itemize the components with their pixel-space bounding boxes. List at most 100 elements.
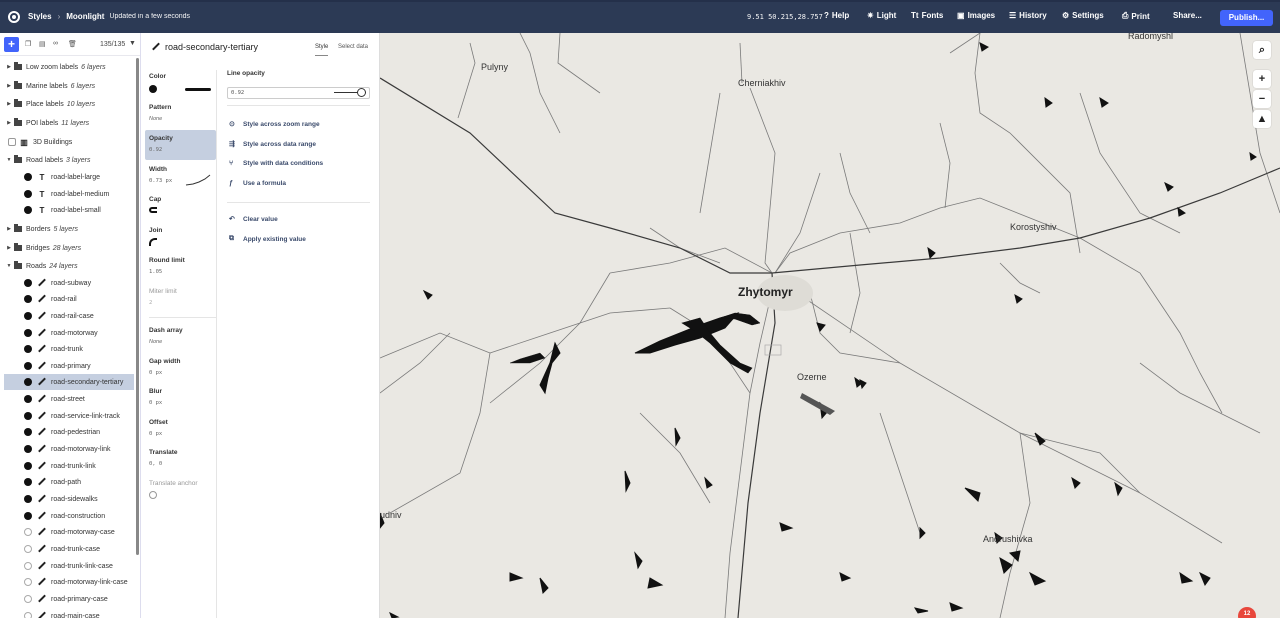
color-swatch	[24, 462, 32, 470]
line-type-icon	[38, 345, 46, 353]
layer-group-roads[interactable]: ▼ Roads 24 layers	[4, 258, 134, 274]
tab-select-data[interactable]: Select data	[338, 44, 368, 50]
prop-color[interactable]: Color	[145, 73, 216, 94]
layer-road-motorway-case[interactable]: road-motorway-case	[4, 524, 134, 540]
visibility-checkbox[interactable]	[8, 138, 16, 146]
layers-sidebar: + ❐ ▤ ∞ 🗑 135/135 ▼ ▶ Low zoom labels 6 la…	[0, 33, 141, 618]
opacity-slider-handle[interactable]	[357, 88, 366, 97]
layer-road-motorway-link-case[interactable]: road-motorway-link-case	[4, 574, 134, 590]
layer-road-path[interactable]: road-path	[4, 474, 134, 490]
mapbox-logo-icon[interactable]	[8, 10, 20, 23]
fonts-menu[interactable]: Tt Fonts	[911, 11, 943, 20]
layer-road-label-large[interactable]: Troad-label-large	[4, 169, 134, 185]
folder-icon	[14, 243, 22, 251]
map-canvas[interactable]: Radomyshl Pulyny Cherniakhiv Korostyshiv…	[380, 33, 1280, 618]
prop-pattern[interactable]: Pattern None	[145, 104, 216, 122]
prop-value: 0 px	[149, 370, 163, 376]
layer-road-rail-case[interactable]: road-rail-case	[4, 308, 134, 324]
prop-width[interactable]: Width 0.73 px	[145, 166, 216, 186]
layer-group-marine-labels[interactable]: ▶ Marine labels 6 layers	[4, 78, 134, 94]
trash-icon[interactable]: 🗑	[68, 40, 77, 48]
style-across-data-range-option[interactable]: ⇶ Style across data range	[229, 140, 316, 149]
apply-existing-value-button[interactable]: ⧉ Apply existing value	[229, 235, 306, 243]
layer-road-secondary-tertiary[interactable]: road-secondary-tertiary	[4, 374, 134, 390]
layer-road-trunk[interactable]: road-trunk	[4, 341, 134, 357]
notification-badge[interactable]: 12	[1238, 607, 1256, 618]
layer-group-bridges[interactable]: ▶ Bridges 28 layers	[4, 240, 134, 256]
share-menu[interactable]: Share...	[1173, 11, 1202, 20]
layer-label: road-secondary-tertiary	[51, 378, 124, 386]
prop-gap-width[interactable]: Gap width 0 px	[145, 358, 216, 376]
images-menu[interactable]: ▣ Images	[957, 11, 995, 20]
layer-road-trunk-link[interactable]: road-trunk-link	[4, 458, 134, 474]
layer-road-trunk-case[interactable]: road-trunk-case	[4, 541, 134, 557]
history-menu[interactable]: ☰ History	[1009, 11, 1047, 20]
map-position-readout[interactable]: 9.51 50.215,28.757	[747, 13, 823, 21]
compass-button[interactable]: ▲	[1253, 110, 1271, 128]
duplicate-icon[interactable]: ❐	[25, 40, 32, 48]
style-across-zoom-range-option[interactable]: ⊙ Style across zoom range	[229, 120, 320, 129]
color-swatch	[24, 612, 32, 618]
layer-road-primary-case[interactable]: road-primary-case	[4, 591, 134, 607]
layer-road-service-link-track[interactable]: road-service-link-track	[4, 408, 134, 424]
zoom-in-button[interactable]: +	[1253, 70, 1271, 88]
layer-name[interactable]: road-secondary-tertiary	[165, 42, 258, 52]
breadcrumb-styles[interactable]: Styles	[28, 12, 52, 21]
layer-road-pedestrian[interactable]: road-pedestrian	[4, 424, 134, 440]
prop-offset[interactable]: Offset 0 px	[145, 419, 216, 437]
publish-button[interactable]: Publish...	[1220, 10, 1273, 26]
group-icon[interactable]: ▤	[39, 40, 46, 48]
road-lines	[380, 33, 1280, 618]
prop-opacity[interactable]: Opacity 0.92	[145, 130, 216, 160]
sidebar-scrollbar[interactable]	[136, 58, 139, 555]
prop-translate[interactable]: Translate 0, 0	[145, 449, 216, 467]
layer-road-label-medium[interactable]: Troad-label-medium	[4, 186, 134, 202]
style-name[interactable]: Moonlight	[66, 12, 104, 21]
print-menu[interactable]: ⎙ Print	[1122, 11, 1150, 21]
layer-road-construction[interactable]: road-construction	[4, 508, 134, 524]
prop-round-limit[interactable]: Round limit 1.05	[145, 257, 216, 275]
settings-menu[interactable]: ⚙ Settings	[1062, 11, 1104, 20]
layer-group-borders[interactable]: ▶ Borders 5 layers	[4, 221, 134, 237]
line-type-icon	[38, 445, 46, 453]
caret-right-icon: ▶	[7, 120, 11, 126]
save-status: Updated in a few seconds	[109, 13, 191, 20]
style-with-data-conditions-option[interactable]: ⑂ Style with data conditions	[229, 160, 323, 167]
layer-road-rail[interactable]: road-rail	[4, 291, 134, 307]
clear-value-button[interactable]: ↶ Clear value	[229, 215, 278, 224]
layer-group-place-labels[interactable]: ▶ Place labels 10 layers	[4, 96, 134, 112]
opacity-input[interactable]: 0.92	[227, 87, 370, 99]
line-type-icon	[38, 545, 46, 553]
filter-icon[interactable]: ▼	[129, 40, 136, 47]
layer-group-low-zoom-labels[interactable]: ▶ Low zoom labels 6 layers	[4, 59, 134, 75]
layer-road-primary[interactable]: road-primary	[4, 358, 134, 374]
layer-road-street[interactable]: road-street	[4, 391, 134, 407]
zoom-out-button[interactable]: −	[1253, 90, 1271, 108]
prop-join[interactable]: Join	[145, 227, 216, 246]
layer-group-poi-labels[interactable]: ▶ POI labels 11 layers	[4, 115, 134, 131]
layer-road-subway[interactable]: road-subway	[4, 275, 134, 291]
line-type-icon	[38, 495, 46, 503]
layer-road-motorway[interactable]: road-motorway	[4, 325, 134, 341]
prop-blur[interactable]: Blur 0 px	[145, 388, 216, 406]
help-menu[interactable]: ? Help	[824, 11, 849, 20]
prop-miter-limit[interactable]: Miter limit 2	[145, 288, 216, 306]
layer-road-sidewalks[interactable]: road-sidewalks	[4, 491, 134, 507]
link-icon[interactable]: ∞	[53, 40, 60, 47]
light-menu[interactable]: ✷ Light	[867, 11, 896, 20]
prop-dash-array[interactable]: Dash array None	[145, 327, 216, 345]
prop-translate-anchor[interactable]: Translate anchor	[145, 480, 216, 499]
layer-road-main-case[interactable]: road-main-case	[4, 608, 134, 618]
layer-road-trunk-link-case[interactable]: road-trunk-link-case	[4, 558, 134, 574]
search-map-button[interactable]: ⌕	[1253, 41, 1271, 59]
prop-cap[interactable]: Cap	[145, 196, 216, 213]
plus-icon: +	[1258, 73, 1266, 85]
layer-3d-buildings[interactable]: ▥ 3D Buildings	[4, 134, 134, 150]
layer-road-label-small[interactable]: Troad-label-small	[4, 202, 134, 218]
prop-label: Color	[149, 73, 166, 80]
use-a-formula-option[interactable]: ƒ Use a formula	[229, 180, 286, 187]
tab-style[interactable]: Style	[315, 44, 329, 56]
layer-group-road-labels[interactable]: ▼ Road labels 3 layers	[4, 152, 134, 168]
add-layer-button[interactable]: +	[4, 37, 19, 52]
layer-road-motorway-link[interactable]: road-motorway-link	[4, 441, 134, 457]
